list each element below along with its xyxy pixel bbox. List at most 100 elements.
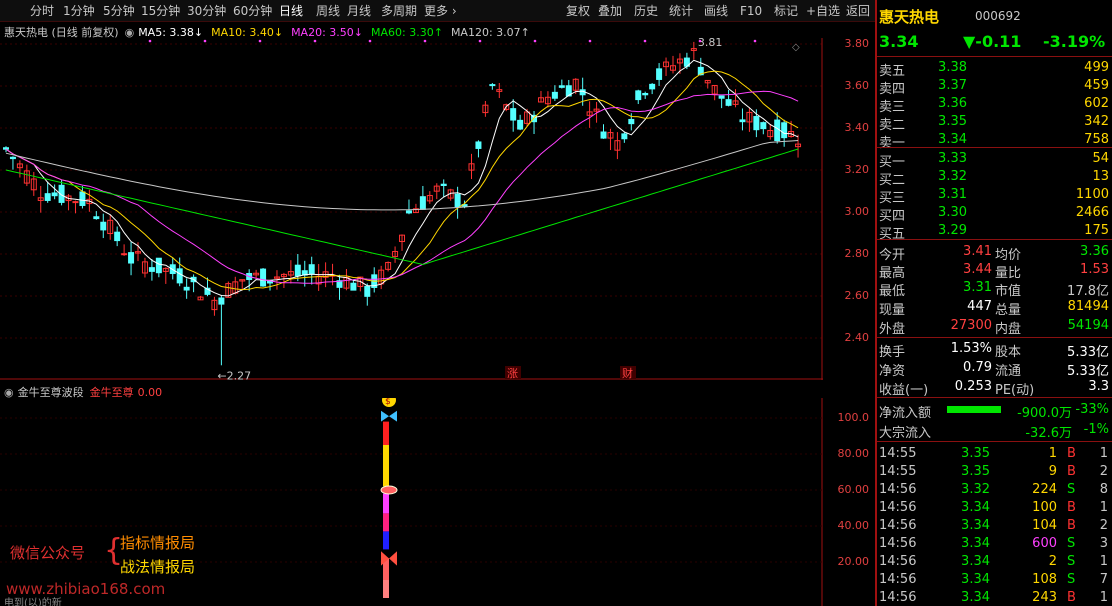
price-axis: 3.80 3.60 3.40 3.20 3.00 2.80 2.60 2.40 100.0 80.… [823, 22, 875, 606]
candle-body [308, 264, 315, 275]
candle-body [176, 268, 183, 284]
tick-time: 14:56 [879, 500, 917, 515]
price-tick: 2.80 [844, 247, 870, 260]
tick-side: B [1067, 446, 1076, 461]
candle-body [114, 231, 121, 242]
stat-row[interactable]: 最低 3.31 市值 17.8亿 [877, 279, 1112, 299]
stat-row[interactable]: 外盘 27300 内盘 54194 [877, 317, 1112, 337]
ask-volume: 342 [1084, 114, 1109, 129]
tick-price: 3.34 [961, 518, 990, 533]
ind-tick: 20.00 [837, 555, 870, 568]
ask-row[interactable]: 卖四 3.37 459 [877, 77, 1112, 97]
toolbar: 分时 1分钟 5分钟 15分钟 30分钟 60分钟 日线 周线 月线 多周期 更多 › 复权 叠加 历史统… [0, 0, 875, 22]
tick-row[interactable]: 14:55 3.35 9 B 2 [877, 463, 1112, 481]
tick-count: 2 [1099, 464, 1108, 479]
toolbar-item-5[interactable]: F10 [740, 4, 762, 18]
tab-4[interactable]: 30分钟 [187, 4, 226, 18]
watermark-small: 电到(以)的新 [4, 598, 62, 606]
fin-row[interactable]: 换手 1.53% 股本 5.33亿 [877, 340, 1112, 360]
bid-price: 3.32 [938, 169, 967, 184]
flow-bar [947, 406, 1001, 413]
toolbar-item-6[interactable]: 标记 [774, 4, 798, 18]
price-tick: 3.80 [844, 37, 870, 50]
bid-row[interactable]: 买一 3.33 54 [877, 150, 1112, 170]
candle-body [781, 122, 788, 139]
price-tick: 3.20 [844, 163, 870, 176]
stat-row[interactable]: 最高 3.44 量比 1.53 [877, 261, 1112, 281]
tick-price: 3.34 [961, 572, 990, 587]
toolbar-item-3[interactable]: 统计 [669, 4, 693, 18]
stat-label: 内盘 [995, 322, 1022, 337]
toolbar-item-2[interactable]: 历史 [634, 4, 658, 18]
stat-value: 54194 [1067, 318, 1109, 333]
wave-segment [383, 421, 389, 445]
fin-row[interactable]: 净资 0.79 流通 5.33亿 [877, 359, 1112, 379]
candle-body [454, 193, 461, 208]
tab-8[interactable]: 月线 [347, 4, 371, 18]
tick-row[interactable]: 14:56 3.34 108 S 7 [877, 571, 1112, 589]
tick-row[interactable]: 14:55 3.35 1 B 1 [877, 445, 1112, 463]
stat-row[interactable]: 现量 447 总量 81494 [877, 298, 1112, 318]
tick-row[interactable]: 14:56 3.34 243 B 1 [877, 589, 1112, 606]
candle-body [718, 95, 725, 99]
tick-row[interactable]: 14:56 3.32 224 S 8 [877, 481, 1112, 499]
top-marker [753, 39, 757, 43]
tick-row[interactable]: 14:56 3.34 2 S 1 [877, 553, 1112, 571]
tick-row[interactable]: 14:56 3.34 104 B 2 [877, 517, 1112, 535]
tick-volume: 100 [1032, 500, 1057, 515]
stat-row[interactable]: 今开 3.41 均价 3.36 [877, 243, 1112, 263]
ask-row[interactable]: 卖三 3.36 602 [877, 95, 1112, 115]
toolbar-item-4[interactable]: 画线 [704, 4, 728, 18]
stat-value: 3.36 [1080, 244, 1109, 259]
bow-icon [381, 410, 397, 422]
fin-value: 5.33亿 [1067, 364, 1109, 379]
tick-side: S [1067, 482, 1076, 497]
toolbar-item-0[interactable]: 复权 [566, 4, 590, 18]
tab-3[interactable]: 15分钟 [141, 4, 180, 18]
candle-body [294, 264, 301, 277]
tab-6[interactable]: 日线 [279, 4, 303, 18]
kline-chart[interactable]: 3.81 ←2.27 涨 财 ◇ [0, 38, 823, 380]
toolbar-item-7[interactable]: +自选 [806, 4, 840, 18]
tick-count: 8 [1099, 482, 1108, 497]
stat-label: 现量 [879, 303, 906, 318]
flow-row[interactable]: 净流入额 -900.0万 -33% [877, 401, 1112, 421]
toolbar-item-1[interactable]: 叠加 [598, 4, 622, 18]
high-label: 3.81 [698, 38, 723, 49]
ask-row[interactable]: 卖五 3.38 499 [877, 59, 1112, 79]
tab-1[interactable]: 1分钟 [63, 4, 95, 18]
bid-row[interactable]: 买四 3.30 2466 [877, 204, 1112, 224]
tick-price: 3.35 [961, 446, 990, 461]
stat-value: 3.41 [963, 244, 992, 259]
bid-row[interactable]: 买二 3.32 13 [877, 168, 1112, 188]
tick-count: 3 [1099, 536, 1108, 551]
tab-10[interactable]: 更多 › [424, 4, 457, 18]
fin-row[interactable]: 收益(一) 0.253 PE(动) 3.3 [877, 378, 1112, 398]
tick-row[interactable]: 14:56 3.34 100 B 1 [877, 499, 1112, 517]
price-change: ▼-0.11 [963, 32, 1022, 51]
tab-2[interactable]: 5分钟 [103, 4, 135, 18]
tick-count: 7 [1099, 572, 1108, 587]
tick-time: 14:56 [879, 518, 917, 533]
fin-value: 1.53% [950, 341, 992, 356]
flow-row[interactable]: 大宗流入 -32.6万 -1% [877, 421, 1112, 441]
candle-body [440, 183, 447, 187]
candle-body [72, 201, 79, 204]
toolbar-item-8[interactable]: 返回 [846, 4, 870, 18]
tab-7[interactable]: 周线 [316, 4, 340, 18]
tick-row[interactable]: 14:56 3.34 600 S 3 [877, 535, 1112, 553]
ask-row[interactable]: 卖二 3.35 342 [877, 113, 1112, 133]
bid-row[interactable]: 买五 3.29 175 [877, 222, 1112, 242]
stat-value: 27300 [950, 318, 992, 333]
tick-time: 14:55 [879, 446, 917, 461]
bid-volume: 1100 [1075, 187, 1109, 202]
tab-0[interactable]: 分时 [30, 4, 54, 18]
tab-9[interactable]: 多周期 [381, 4, 417, 18]
stat-value: 1.53 [1080, 262, 1109, 277]
candle-body [739, 119, 746, 123]
ask-price: 3.38 [938, 60, 967, 75]
tab-5[interactable]: 60分钟 [233, 4, 272, 18]
candle-body [725, 99, 732, 106]
wave-segment [383, 531, 389, 550]
bid-row[interactable]: 买三 3.31 1100 [877, 186, 1112, 206]
